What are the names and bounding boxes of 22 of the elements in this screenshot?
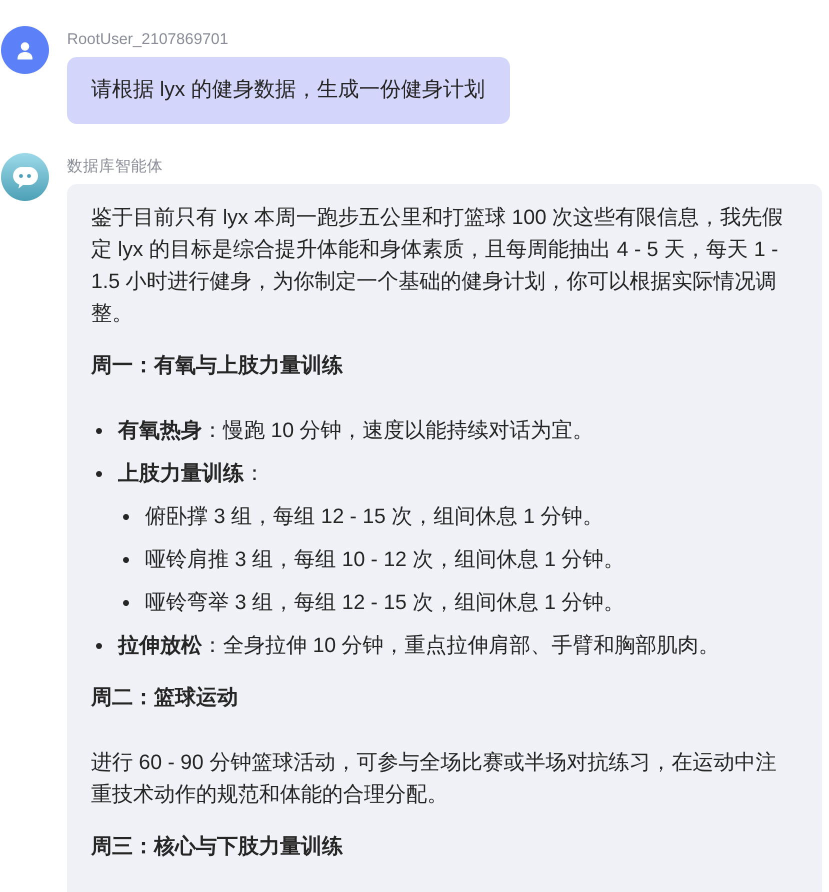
speech-bubble-avatar-icon [1,153,49,201]
bullet-icon [96,471,102,477]
bullet-icon [96,428,102,434]
list-item-text: 哑铃弯举 3 组，每组 12 - 15 次，组间休息 1 分钟。 [145,590,626,616]
message-bubble: 请根据 lyx 的健身数据，生成一份健身计划 [67,57,510,124]
sender-name: RootUser_2107869701 [67,30,228,50]
sender-name: 数据库智能体 [67,157,163,177]
list-item-text: 有氧热身：慢跑 10 分钟，速度以能持续对话为宜。 [118,418,595,444]
section-heading: 周三：核心与下肢力量训练 [91,834,344,860]
bullet-icon [123,557,129,563]
person-avatar-icon [1,26,49,74]
message-paragraph: 进行 60 - 90 分钟篮球活动，可参与全场比赛或半场对抗练习，在运动中注重技术动作的规范和体能的合理分配。 [91,750,778,808]
bullet-icon [123,514,129,520]
list-item-text: 上肢力量训练： [118,461,266,487]
list-item-text: 哑铃肩推 3 组，每组 10 - 12 次，组间休息 1 分钟。 [145,547,626,573]
list-item-text: 俯卧撑 3 组，每组 12 - 15 次，组间休息 1 分钟。 [145,504,605,530]
section-heading: 周一：有氧与上肢力量训练 [91,353,344,379]
bullet-icon [96,643,102,649]
section-heading: 周二：篮球运动 [91,685,239,711]
list-item-text: 拉伸放松：全身拉伸 10 分钟，重点拉伸肩部、手臂和胸部肌肉。 [118,633,721,659]
bullet-icon [123,600,129,606]
message-paragraph: 鉴于目前只有 lyx 本周一跑步五公里和打篮球 100 次这些有限信息，我先假定 lyx 的目标是综合提升体能和身体素质，且每周能抽出 4 - 5 天，每天 1 - 1.5 小时进行健身，为你制定一个基础的健身计划，你可以根据实际情况调整。 [91,205,784,327]
